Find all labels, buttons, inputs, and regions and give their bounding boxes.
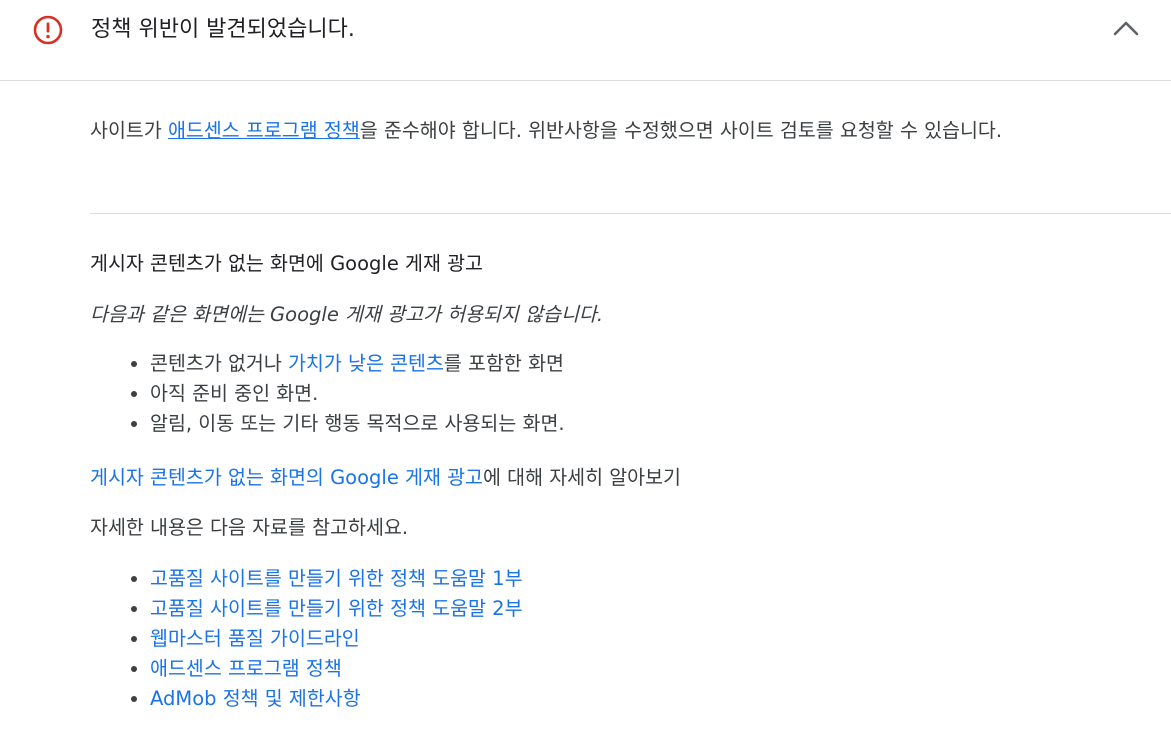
- learn-more-text: 에 대해 자세히 알아보기: [483, 466, 681, 489]
- collapse-button[interactable]: [1106, 14, 1146, 46]
- intro-text: 사이트가 애드센스 프로그램 정책을 준수해야 합니다. 위반사항을 수정했으면…: [90, 115, 1130, 147]
- learn-more-link[interactable]: 게시자 콘텐츠가 없는 화면의 Google 게재 광고: [90, 466, 483, 489]
- resource-link[interactable]: 웹마스터 품질 가이드라인: [150, 627, 360, 650]
- resource-link[interactable]: 고품질 사이트를 만들기 위한 정책 도움말 2부: [150, 597, 523, 620]
- violation-title: 게시자 콘텐츠가 없는 화면에 Google 게재 광고: [90, 252, 483, 275]
- list-item-text: 콘텐츠가 없거나: [150, 352, 288, 375]
- error-circle-icon: [32, 14, 64, 46]
- resource-link[interactable]: AdMob 정책 및 제한사항: [150, 687, 361, 710]
- low-value-content-link[interactable]: 가치가 낮은 콘텐츠: [288, 352, 444, 375]
- list-item: 알림, 이동 또는 기타 행동 목적으로 사용되는 화면.: [150, 409, 565, 439]
- resource-link[interactable]: 고품질 사이트를 만들기 위한 정책 도움말 1부: [150, 567, 523, 590]
- list-item: AdMob 정책 및 제한사항: [150, 684, 523, 714]
- list-item-text: 를 포함한 화면: [443, 352, 564, 375]
- header-title: 정책 위반이 발견되었습니다.: [91, 17, 355, 42]
- list-item: 콘텐츠가 없거나 가치가 낮은 콘텐츠를 포함한 화면: [150, 349, 565, 379]
- chevron-up-icon: [1112, 18, 1140, 42]
- intro-text-before: 사이트가: [90, 119, 168, 142]
- adsense-program-policies-link[interactable]: 애드센스 프로그램 정책: [168, 119, 360, 142]
- policy-violation-header[interactable]: 정책 위반이 발견되었습니다.: [0, 0, 1171, 81]
- list-item: 웹마스터 품질 가이드라인: [150, 624, 523, 654]
- resources-intro: 자세한 내용은 다음 자료를 참고하세요.: [90, 516, 409, 539]
- list-item: 애드센스 프로그램 정책: [150, 654, 523, 684]
- violation-description: 다음과 같은 화면에는 Google 게재 광고가 허용되지 않습니다.: [90, 303, 604, 326]
- divider: [90, 213, 1171, 214]
- learn-more: 게시자 콘텐츠가 없는 화면의 Google 게재 광고에 대해 자세히 알아보…: [90, 462, 681, 494]
- list-item: 고품질 사이트를 만들기 위한 정책 도움말 1부: [150, 564, 523, 594]
- violation-reasons-list: 콘텐츠가 없거나 가치가 낮은 콘텐츠를 포함한 화면 아직 준비 중인 화면.…: [90, 349, 565, 439]
- resource-link[interactable]: 애드센스 프로그램 정책: [150, 657, 342, 680]
- resources-list: 고품질 사이트를 만들기 위한 정책 도움말 1부 고품질 사이트를 만들기 위…: [90, 564, 523, 714]
- list-item: 고품질 사이트를 만들기 위한 정책 도움말 2부: [150, 594, 523, 624]
- list-item: 아직 준비 중인 화면.: [150, 379, 565, 409]
- intro-text-after: 을 준수해야 합니다. 위반사항을 수정했으면 사이트 검토를 요청할 수 있습…: [359, 119, 1003, 142]
